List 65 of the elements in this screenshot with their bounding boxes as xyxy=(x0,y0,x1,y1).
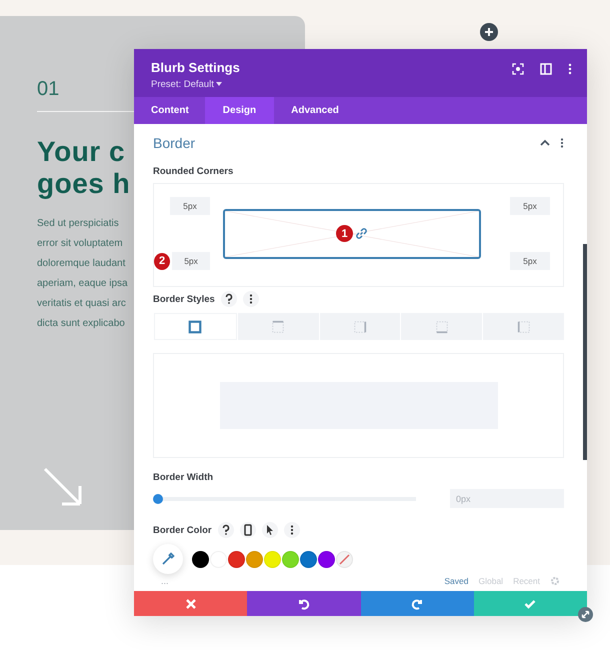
more-icon[interactable] xyxy=(568,63,572,75)
preset-dropdown[interactable]: Preset: Default xyxy=(151,79,240,90)
color-swatch[interactable] xyxy=(246,550,263,568)
check-icon[interactable] xyxy=(524,598,536,610)
undo-icon[interactable] xyxy=(298,598,310,610)
border-side-icon xyxy=(188,320,202,334)
close-icon[interactable] xyxy=(184,598,197,610)
number-badge: 2 xyxy=(154,252,170,270)
section-title[interactable]: Border xyxy=(153,135,530,151)
caret-icon[interactable] xyxy=(216,82,222,86)
more-icon[interactable] xyxy=(242,291,259,307)
arrow-icon xyxy=(42,466,84,508)
corner-input[interactable]: 5px xyxy=(510,197,550,215)
eyedropper-icon[interactable] xyxy=(161,552,175,566)
color-swatch[interactable] xyxy=(264,550,281,568)
width-input[interactable]: 0px xyxy=(450,489,564,508)
chevron-icon[interactable] xyxy=(540,139,550,147)
field-label: Border Styles xyxy=(153,294,215,304)
focus-icon[interactable] xyxy=(512,63,524,75)
redo-icon[interactable] xyxy=(411,598,424,610)
slider-handle[interactable] xyxy=(153,494,163,504)
tab[interactable]: Design xyxy=(204,97,274,124)
field-label: Rounded Corners xyxy=(153,166,234,177)
phone-icon[interactable] xyxy=(240,522,256,538)
color-swatch[interactable] xyxy=(228,550,245,568)
help-icon[interactable] xyxy=(220,291,237,307)
cursor-icon[interactable] xyxy=(262,522,278,538)
corner-input[interactable]: 5px xyxy=(170,197,210,215)
more-icon[interactable] xyxy=(284,522,300,538)
field-label: Border Color xyxy=(153,524,212,536)
color-swatch[interactable] xyxy=(192,550,209,568)
resize-handle[interactable] xyxy=(578,607,593,622)
border-side-icon xyxy=(434,320,449,334)
modal-title: Blurb Settings xyxy=(151,60,240,75)
border-side-icon xyxy=(516,320,531,334)
more-icon[interactable] xyxy=(560,138,564,148)
field-label: Border Width xyxy=(153,472,214,483)
body-text-line: veritatis et quasi arc xyxy=(37,297,126,311)
border-style-tab[interactable] xyxy=(154,313,237,340)
body-text-line: dicta sunt explicabo xyxy=(37,317,125,331)
color-swatch[interactable] xyxy=(300,550,317,568)
link-icon[interactable] xyxy=(355,227,368,240)
number-badge: 1 xyxy=(336,225,353,242)
body-text-line: aperiam, eaque ipsa xyxy=(37,277,128,291)
palette-tab[interactable]: Saved xyxy=(444,576,468,586)
color-swatch[interactable] xyxy=(282,550,299,568)
corner-input[interactable]: 5px xyxy=(172,252,210,270)
color-swatch[interactable] xyxy=(318,550,335,568)
no-color-swatch[interactable] xyxy=(336,550,353,568)
add-button[interactable] xyxy=(480,23,498,41)
step-number: 01 xyxy=(37,78,60,101)
heading-line: goes h xyxy=(37,168,130,200)
border-side-icon xyxy=(352,320,367,334)
body-text-line: doloremque laudant xyxy=(37,257,126,271)
body-text-line: error sit voluptatem xyxy=(37,237,123,251)
tab[interactable]: Content xyxy=(134,97,205,124)
corner-input[interactable]: 5px xyxy=(510,252,550,270)
help-icon[interactable] xyxy=(218,522,234,538)
body-text-line: Sed ut perspiciatis xyxy=(37,217,119,231)
columns-icon[interactable] xyxy=(540,63,552,75)
eyedropper-button[interactable] xyxy=(153,544,183,574)
tab[interactable]: Advanced xyxy=(274,97,355,124)
color-swatch[interactable] xyxy=(210,550,227,568)
border-side-icon xyxy=(271,320,286,334)
heading-line: Your c xyxy=(37,136,126,168)
